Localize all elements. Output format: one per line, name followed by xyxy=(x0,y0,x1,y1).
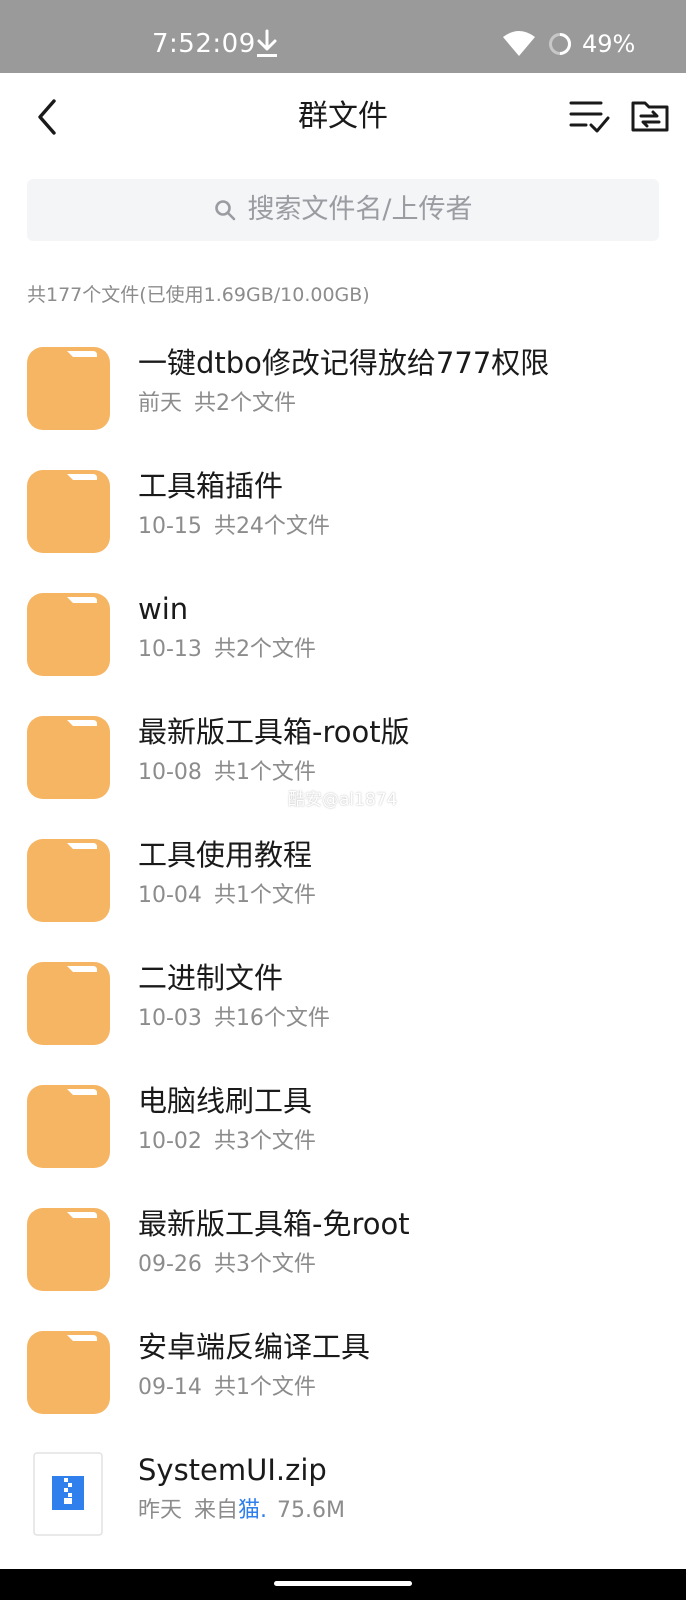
file-date: 10-04 xyxy=(138,883,202,908)
battery-icon xyxy=(549,33,571,55)
file-name: 最新版工具箱-root版 xyxy=(138,715,410,749)
sort-list-icon xyxy=(569,101,610,133)
folder-icon xyxy=(27,839,110,922)
navigation-bar xyxy=(0,1569,686,1600)
folder-transfer-button[interactable] xyxy=(630,97,670,135)
list-item[interactable]: 工具使用教程 10-04 共1个文件 xyxy=(0,832,686,955)
file-name: 一键dtbo修改记得放给777权限 xyxy=(138,346,550,380)
watermark: 酷安@al1874 xyxy=(288,790,398,810)
back-button[interactable] xyxy=(28,95,68,139)
status-time: 7:52:09 xyxy=(152,29,256,59)
file-name: win xyxy=(138,592,189,626)
list-item[interactable]: 工具箱插件 10-15 共24个文件 xyxy=(0,463,686,586)
home-indicator[interactable] xyxy=(274,1581,412,1586)
file-count: 共1个文件 xyxy=(213,1375,316,1400)
folder-icon xyxy=(27,1085,110,1168)
file-count: 共3个文件 xyxy=(213,1252,316,1277)
file-date: 昨天 xyxy=(138,1498,183,1523)
file-meta: 10-02 共3个文件 xyxy=(138,1126,316,1158)
file-count: 共2个文件 xyxy=(213,637,316,662)
file-meta: 10-03 共16个文件 xyxy=(138,1003,330,1035)
search-inner: 搜索文件名/上传者 xyxy=(27,179,659,241)
file-date: 10-03 xyxy=(138,1006,202,1031)
folder-transfer-icon xyxy=(631,101,669,132)
list-item[interactable]: 二进制文件 10-03 共16个文件 xyxy=(0,955,686,1078)
file-name: 最新版工具箱-免root xyxy=(138,1207,410,1241)
app-bar: 群文件 xyxy=(0,73,686,159)
zip-file-icon xyxy=(33,1452,103,1536)
file-name: 工具箱插件 xyxy=(138,469,284,503)
file-meta: 昨天 来自猫. 75.6M xyxy=(138,1495,345,1527)
uploader-link[interactable]: 猫. xyxy=(238,1498,267,1523)
download-icon xyxy=(257,29,277,57)
file-date: 10-02 xyxy=(138,1129,202,1154)
file-meta: 09-14 共1个文件 xyxy=(138,1372,316,1404)
sort-list-button[interactable] xyxy=(568,97,612,137)
file-size: 75.6M xyxy=(277,1498,345,1523)
file-meta: 10-04 共1个文件 xyxy=(138,880,316,912)
file-date: 10-13 xyxy=(138,637,202,662)
file-count: 共16个文件 xyxy=(213,1006,330,1031)
folder-icon xyxy=(27,962,110,1045)
file-name: SystemUI.zip xyxy=(138,1453,327,1487)
file-count: 共1个文件 xyxy=(213,760,316,785)
status-bar: 7:52:09 49% xyxy=(0,0,686,73)
folder-icon xyxy=(27,716,110,799)
from-label: 来自 xyxy=(194,1498,239,1523)
list-item[interactable]: 最新版工具箱-root版 10-08 共1个文件 xyxy=(0,709,686,832)
file-count: 共2个文件 xyxy=(194,391,297,416)
list-item[interactable]: 一键dtbo修改记得放给777权限 前天 共2个文件 xyxy=(0,340,686,463)
list-item[interactable]: 电脑线刷工具 10-02 共3个文件 xyxy=(0,1078,686,1201)
file-meta: 前天 共2个文件 xyxy=(138,388,296,420)
folder-icon xyxy=(27,1331,110,1414)
file-count: 共1个文件 xyxy=(213,883,316,908)
folder-icon xyxy=(27,593,110,676)
folder-icon xyxy=(27,470,110,553)
file-meta: 10-15 共24个文件 xyxy=(138,511,330,543)
file-date: 09-26 xyxy=(138,1252,202,1277)
battery-percent: 49% xyxy=(582,30,636,58)
file-meta: 10-13 共2个文件 xyxy=(138,634,316,666)
list-item[interactable]: SystemUI.zip 昨天 来自猫. 75.6M xyxy=(0,1447,686,1570)
file-date: 前天 xyxy=(138,391,183,416)
file-date: 10-15 xyxy=(138,514,202,539)
file-date: 09-14 xyxy=(138,1375,202,1400)
search-icon xyxy=(215,200,236,221)
search-input[interactable]: 搜索文件名/上传者 xyxy=(27,179,659,241)
search-placeholder: 搜索文件名/上传者 xyxy=(247,194,473,225)
file-meta: 10-08 共1个文件 xyxy=(138,757,316,789)
file-name: 电脑线刷工具 xyxy=(138,1084,313,1118)
file-name: 工具使用教程 xyxy=(138,838,313,872)
file-count: 共3个文件 xyxy=(213,1129,316,1154)
wifi-icon xyxy=(503,31,535,56)
file-meta: 09-26 共3个文件 xyxy=(138,1249,316,1281)
folder-icon xyxy=(27,347,110,430)
file-date: 10-08 xyxy=(138,760,202,785)
list-item[interactable]: win 10-13 共2个文件 xyxy=(0,586,686,709)
file-name: 二进制文件 xyxy=(138,961,284,995)
list-item[interactable]: 安卓端反编译工具 09-14 共1个文件 xyxy=(0,1324,686,1447)
file-count: 共24个文件 xyxy=(213,514,330,539)
list-item[interactable]: 最新版工具箱-免root 09-26 共3个文件 xyxy=(0,1201,686,1324)
storage-info: 共177个文件(已使用1.69GB/10.00GB) xyxy=(27,284,370,306)
folder-icon xyxy=(27,1208,110,1291)
file-name: 安卓端反编译工具 xyxy=(138,1330,371,1364)
